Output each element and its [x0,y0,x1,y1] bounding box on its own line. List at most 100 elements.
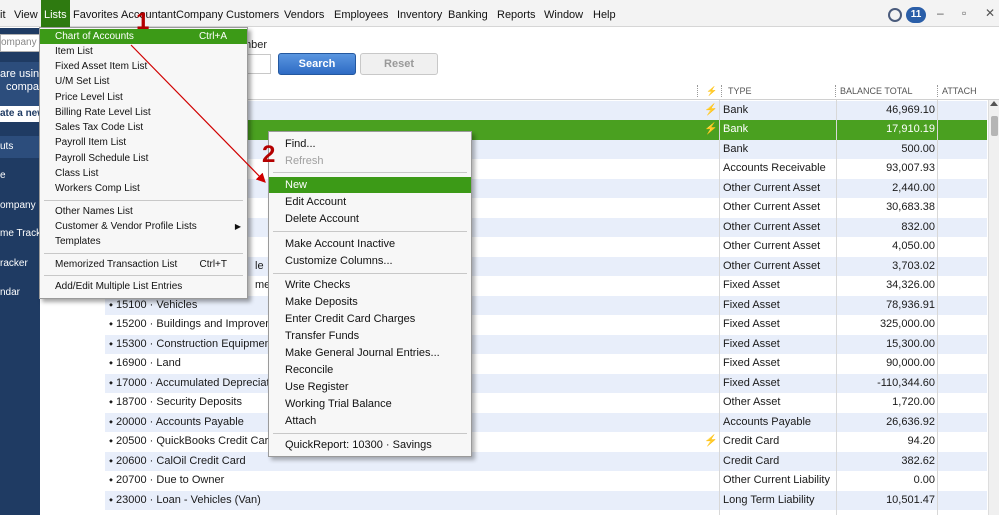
table-row[interactable]: ⬩ 18700 · Security Deposits Other Asset 1,… [105,393,987,413]
submenu-arrow-icon: ▶ [234,222,241,231]
table-row[interactable]: ⬩ 20700 · Due to Owner Other Current Liab… [105,471,987,491]
menu-item-fixed-asset-item-list[interactable]: Fixed Asset Item List [40,59,247,74]
scroll-up-icon[interactable] [990,101,998,106]
ctx-transfer-funds[interactable]: Transfer Funds [269,328,471,344]
ctx-find[interactable]: Find... [269,136,471,152]
ctx-make-general-journal-entries[interactable]: Make General Journal Entries... [269,345,471,361]
table-row[interactable]: ⬩ 16900 · Land Fixed Asset 90,000.00 [105,354,987,374]
menu-item-payroll-schedule-list[interactable]: Payroll Schedule List [40,151,247,166]
vertical-scrollbar[interactable] [988,100,999,515]
reset-button[interactable]: Reset [360,53,438,75]
menu-item-sales-tax-code-list[interactable]: Sales Tax Code List [40,120,247,135]
account-type: Accounts Payable [723,415,812,428]
online-banking-icon: ⚡ [704,435,718,447]
ctx-new[interactable]: New [269,177,471,193]
company-search-input[interactable]: ompany or [0,34,40,52]
bolt-column-icon[interactable]: ⚡ [706,82,717,100]
menu-employees[interactable]: Employees [334,0,388,27]
menu-item-price-level-list[interactable]: Price Level List [40,90,247,105]
menu-item-billing-rate-level-list[interactable]: Billing Rate Level List [40,105,247,120]
account-type: Fixed Asset [723,376,780,389]
ctx-make-account-inactive[interactable]: Make Account Inactive [269,236,471,252]
menu-banking[interactable]: Banking [448,0,488,27]
shortcuts-section[interactable]: uts [0,136,40,158]
table-row[interactable]: ⬩ 17000 · Accumulated Depreciatio Fixed A… [105,373,987,393]
create-new-link[interactable]: ate a new [0,106,40,122]
menu-item-add-edit-multiple-list-entries[interactable]: Add/Edit Multiple List Entries [40,279,247,294]
menu-window[interactable]: Window [544,0,583,27]
col-type[interactable]: TYPE [728,82,752,100]
balance-total: 15,300.00 [886,337,935,350]
menu-item-item-list[interactable]: Item List [40,44,247,59]
balance-total: 46,969.10 [886,103,935,116]
menu-item-templates[interactable]: Templates [40,234,247,249]
balance-total: 93,007.93 [886,162,935,174]
menu-vendors[interactable]: Vendors [284,0,324,27]
menu-reports[interactable]: Reports [497,0,536,27]
menu-edit[interactable]: it [0,0,6,27]
alarm-clock-icon[interactable] [888,8,902,22]
menu-help[interactable]: Help [593,0,616,27]
menu-favorites[interactable]: Favorites [73,0,118,27]
promo-line1: are usin [0,68,40,80]
menu-view[interactable]: View [14,0,38,27]
ctx-write-checks[interactable]: Write Checks [269,277,471,293]
ctx-working-trial-balance[interactable]: Working Trial Balance [269,396,471,412]
table-row[interactable]: ⬩ 20500 · QuickBooks Credit Card ⚡ Credit … [105,432,987,452]
menu-item-class-list[interactable]: Class List [40,166,247,181]
ctx-edit-account[interactable]: Edit Account [269,194,471,210]
menu-item-other-names-list[interactable]: Other Names List [40,204,247,219]
ctx-attach[interactable]: Attach [269,413,471,429]
table-row[interactable]: ⬩ 23000 · Loan - Vehicles (Van) Long Term… [105,490,987,510]
menu-item-workers-comp-list[interactable]: Workers Comp List [40,181,247,196]
account-type: Other Current Asset [723,181,821,194]
balance-total: 4,050.00 [892,240,935,252]
leftbar-item-time-tracker[interactable]: me Tracke [0,228,40,239]
account-name: ⬩ 16900 · Land [109,357,181,369]
ctx-make-deposits[interactable]: Make Deposits [269,294,471,310]
account-name: ⬩ 20500 · QuickBooks Credit Card [109,435,275,447]
leftbar-item-home[interactable]: e [0,170,40,181]
balance-total: 500.00 [901,142,935,155]
balance-total: 1,720.00 [892,396,935,408]
account-type: Credit Card [723,454,780,467]
menu-item-um-set-list[interactable]: U/M Set List [40,74,247,89]
restore-icon[interactable]: ▫ [962,6,966,20]
scroll-thumb[interactable] [991,116,998,136]
table-row[interactable]: ⬩ 15300 · Construction Equipment Fixed As… [105,334,987,354]
menu-customers[interactable]: Customers [226,0,279,27]
search-button[interactable]: Search [278,53,356,75]
account-type: Other Current Asset [723,259,821,272]
menu-item-customer-vendor-profile-lists[interactable]: Customer & Vendor Profile Lists ▶ [40,219,247,234]
minimize-icon[interactable]: – [937,6,944,20]
close-icon[interactable]: ✕ [985,6,995,20]
menu-item-memorized-transaction-list[interactable]: Memorized Transaction List Ctrl+T [40,257,247,272]
account-type: Long Term Liability [723,493,815,506]
table-row[interactable]: ⬩ 15200 · Buildings and Improveme Fixed A… [105,315,987,335]
table-row[interactable]: ⬩ 20000 · Accounts Payable Accounts Payab… [105,412,987,432]
ctx-delete-account[interactable]: Delete Account [269,211,471,227]
col-balance-total[interactable]: BALANCE TOTAL [840,82,913,100]
step-1-annotation: 1 [136,8,150,35]
ctx-use-register[interactable]: Use Register [269,379,471,395]
col-attach[interactable]: ATTACH [942,82,977,100]
account-type: Other Asset [723,396,781,408]
reminder-count-badge[interactable]: 11 [906,7,926,23]
menu-company[interactable]: Company [176,0,223,27]
leftbar-item-calendar[interactable]: ndar [0,287,40,298]
account-name: le [255,259,264,272]
ctx-refresh: Refresh [285,155,324,167]
ctx-reconcile[interactable]: Reconcile [269,362,471,378]
leftbar-item-company[interactable]: ompany [0,200,40,211]
account-type: Fixed Asset [723,337,780,350]
ctx-enter-credit-card-charges[interactable]: Enter Credit Card Charges [269,311,471,327]
account-name: ⬩ 20600 · CalOil Credit Card [109,454,246,467]
menu-lists[interactable]: Lists [41,0,70,27]
balance-total: 90,000.00 [886,357,935,369]
ctx-customize-columns[interactable]: Customize Columns... [269,253,471,269]
table-row[interactable]: ⬩ 20600 · CalOil Credit Card Credit Card 3… [105,451,987,471]
menu-item-payroll-item-list[interactable]: Payroll Item List [40,135,247,150]
ctx-quickreport[interactable]: QuickReport: 10300 · Savings [269,437,471,453]
menu-inventory[interactable]: Inventory [397,0,442,27]
leftbar-item-tracker[interactable]: racker [0,258,40,269]
